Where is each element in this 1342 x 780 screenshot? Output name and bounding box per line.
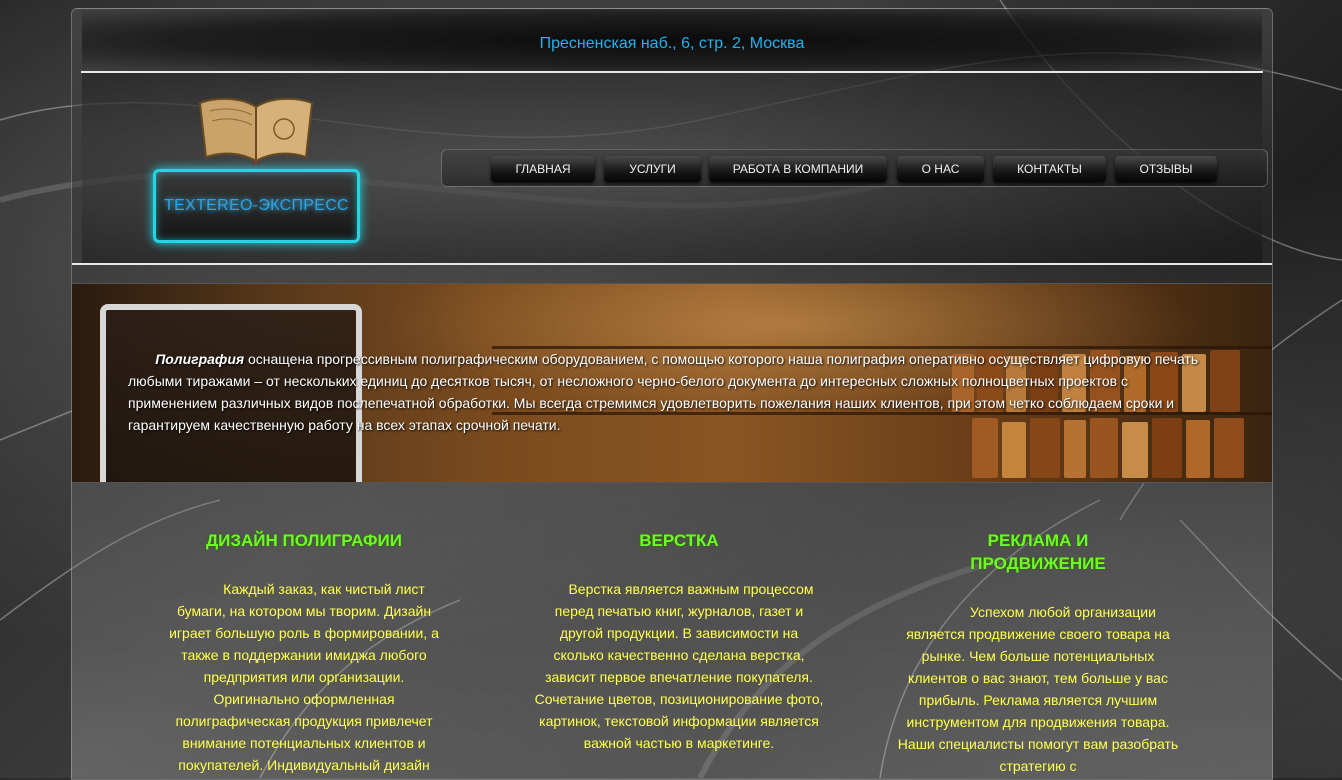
header-divider [72, 263, 1272, 265]
logo-button[interactable]: TEXTEREO-ЭКСПРЕСС [153, 169, 360, 243]
column-title: ДИЗАЙН ПОЛИГРАФИИ [206, 531, 402, 550]
page-container: Пресненская наб., 6, стр. 2, Москва TEXT… [71, 8, 1273, 780]
nav-item-services[interactable]: УСЛУГИ [604, 156, 701, 182]
open-book-logo-icon [198, 97, 314, 165]
column-design: ДИЗАЙН ПОЛИГРАФИИ Каждый заказ, как чист… [154, 529, 454, 776]
column-title: ВЕРСТКА [639, 531, 719, 550]
column-body: Верстка является важным процессом перед … [534, 581, 824, 751]
nav-item-about[interactable]: О НАС [897, 156, 984, 182]
nav-item-reviews[interactable]: ОТЗЫВЫ [1115, 156, 1217, 182]
column-body: Каждый заказ, как чистый лист бумаги, на… [169, 581, 439, 773]
banner-lead-bold: Полиграфия [155, 351, 245, 367]
nav-item-home[interactable]: ГЛАВНАЯ [491, 156, 595, 182]
logo-text: TEXTEREO-ЭКСПРЕСС [164, 197, 349, 214]
main-navigation: ГЛАВНАЯ УСЛУГИ РАБОТА В КОМПАНИИ О НАС К… [441, 149, 1268, 187]
hero-banner: Полиграфия оснащена прогрессивным полигр… [72, 283, 1272, 483]
column-title: РЕКЛАМА И ПРОДВИЖЕНИЕ [970, 531, 1106, 573]
column-layout: ВЕРСТКА Верстка является важным процессо… [529, 529, 829, 754]
nav-item-contacts[interactable]: КОНТАКТЫ [993, 156, 1106, 182]
banner-paragraph: Полиграфия оснащена прогрессивным полигр… [128, 348, 1218, 436]
address-text: Пресненская наб., 6, стр. 2, Москва [539, 35, 805, 52]
nav-item-careers[interactable]: РАБОТА В КОМПАНИИ [709, 156, 887, 182]
book-spine [1214, 418, 1244, 478]
banner-text: оснащена прогрессивным полиграфическим о… [128, 351, 1199, 433]
column-advertising: РЕКЛАМА И ПРОДВИЖЕНИЕ Успехом любой орга… [888, 529, 1188, 777]
column-body: Успехом любой организации является продв… [897, 604, 1179, 774]
